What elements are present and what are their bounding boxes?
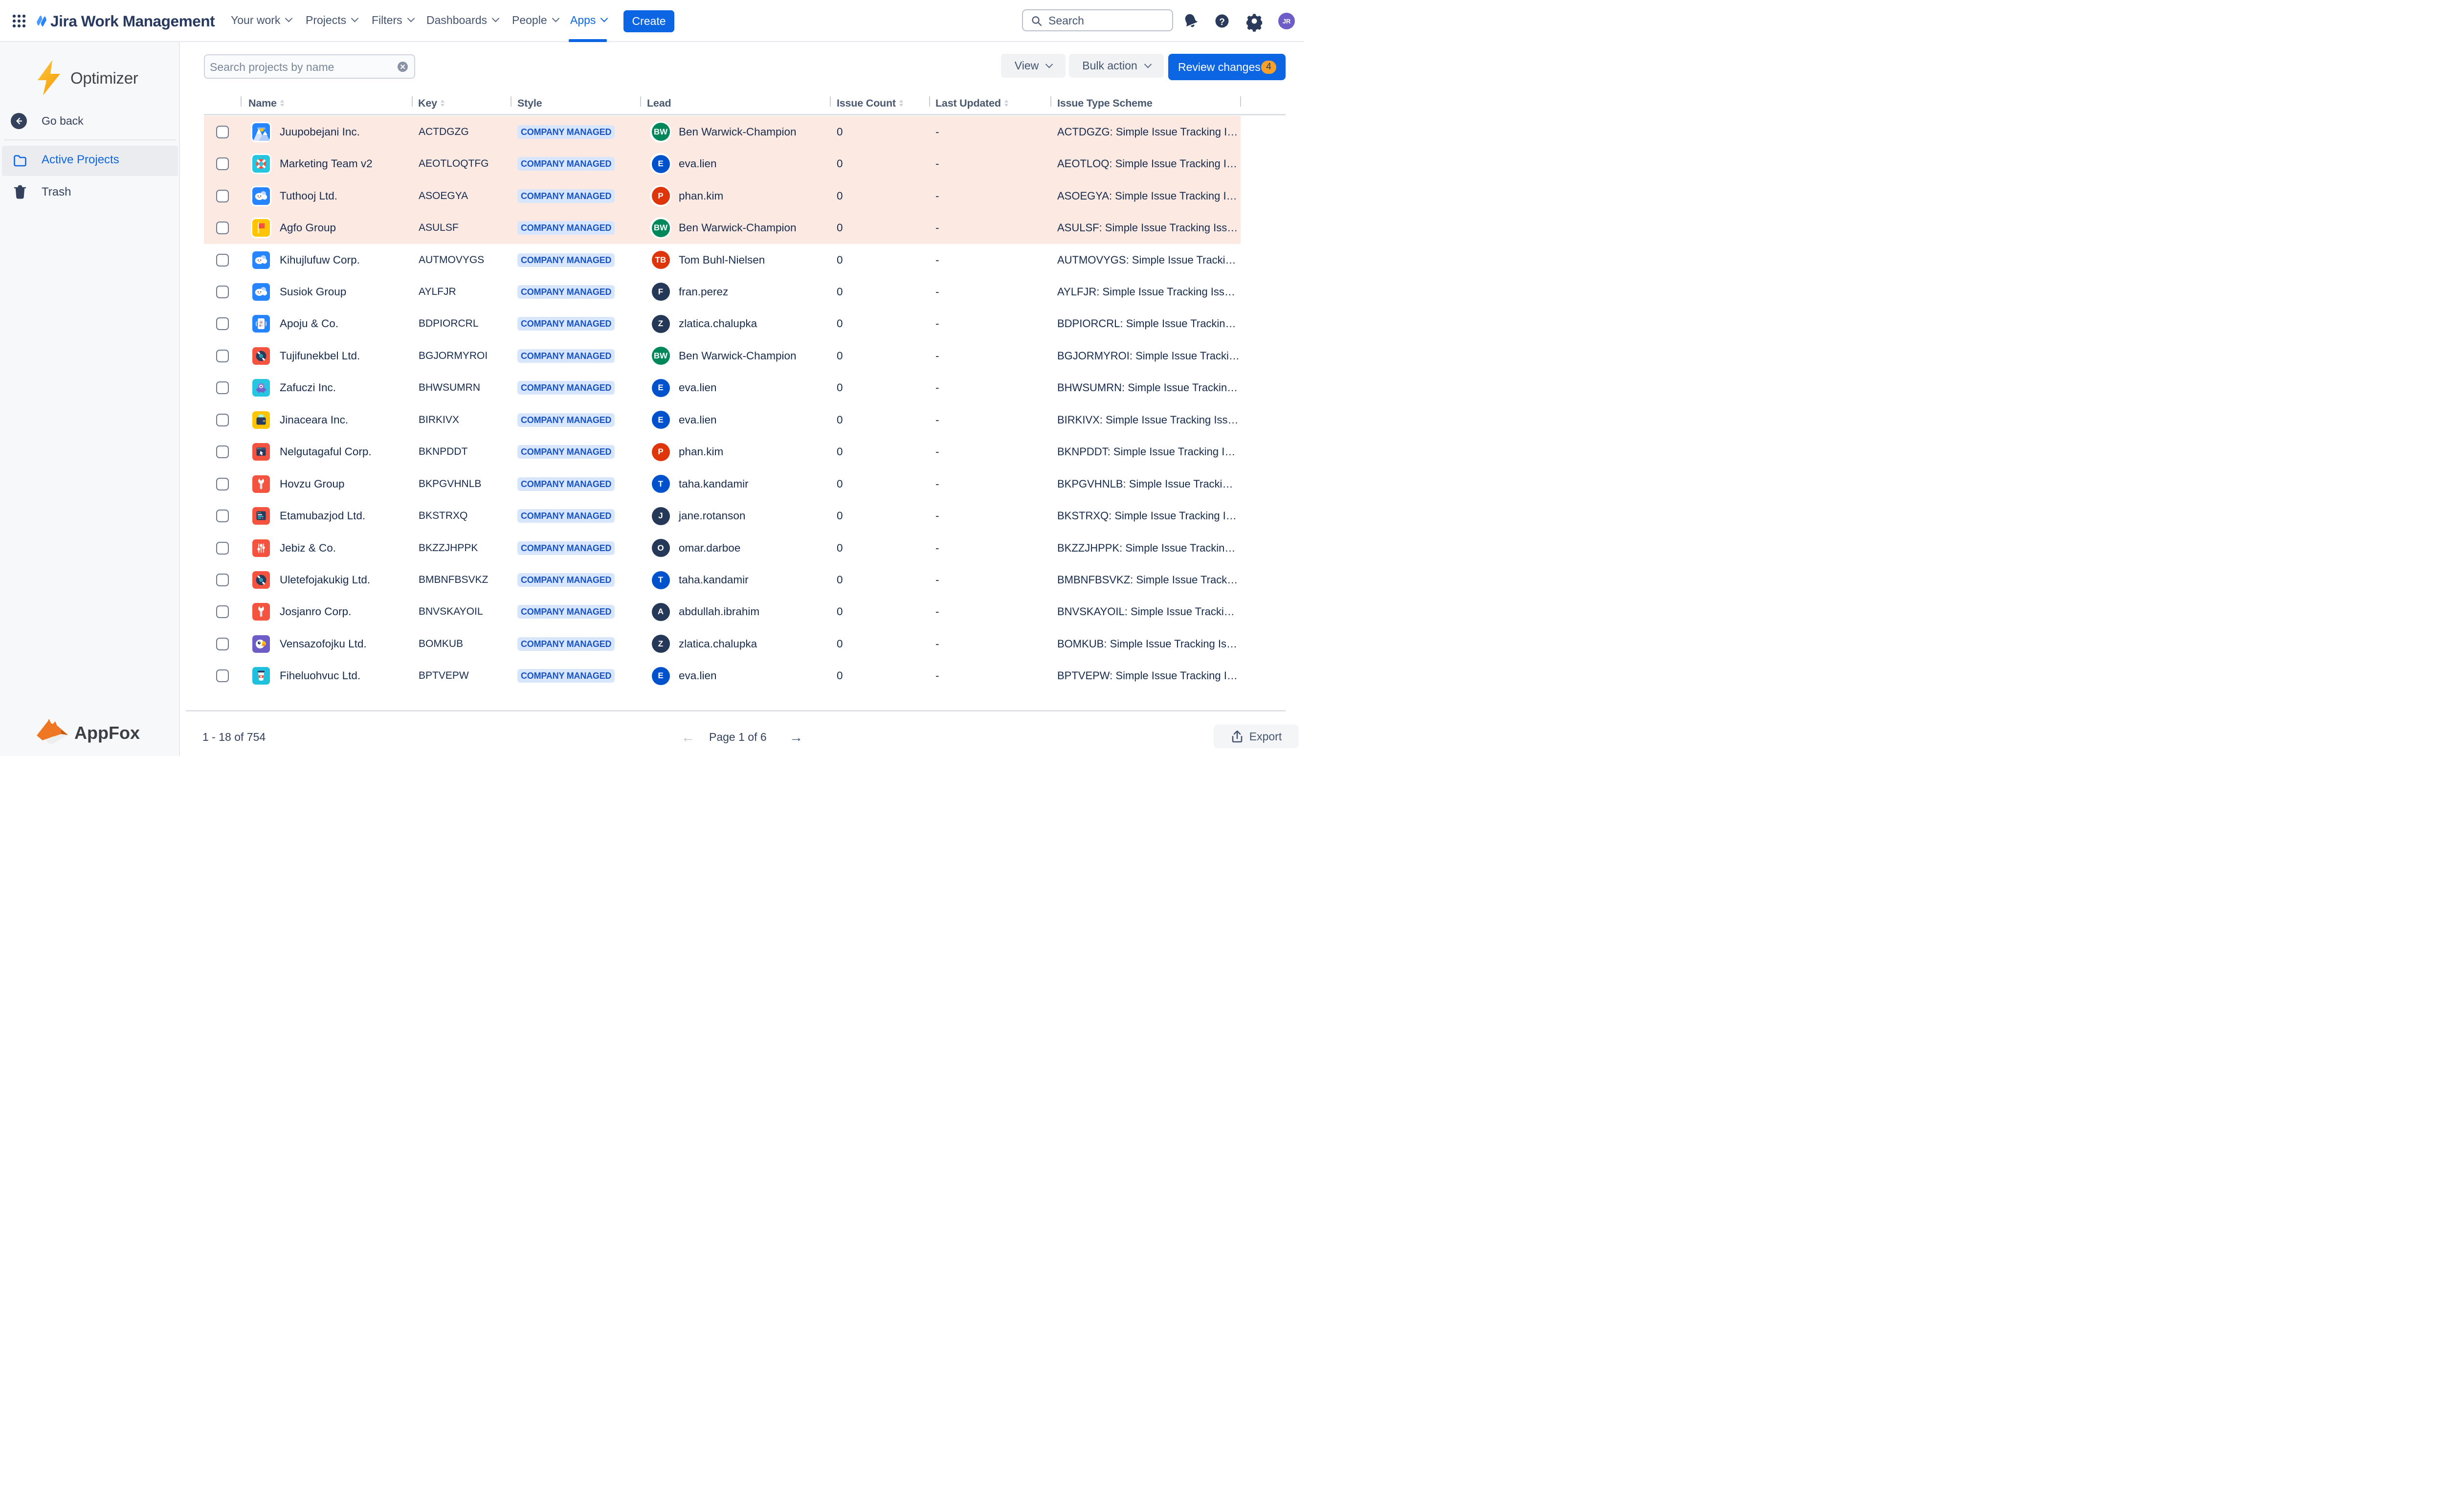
svg-text:?: ?: [1219, 17, 1225, 27]
